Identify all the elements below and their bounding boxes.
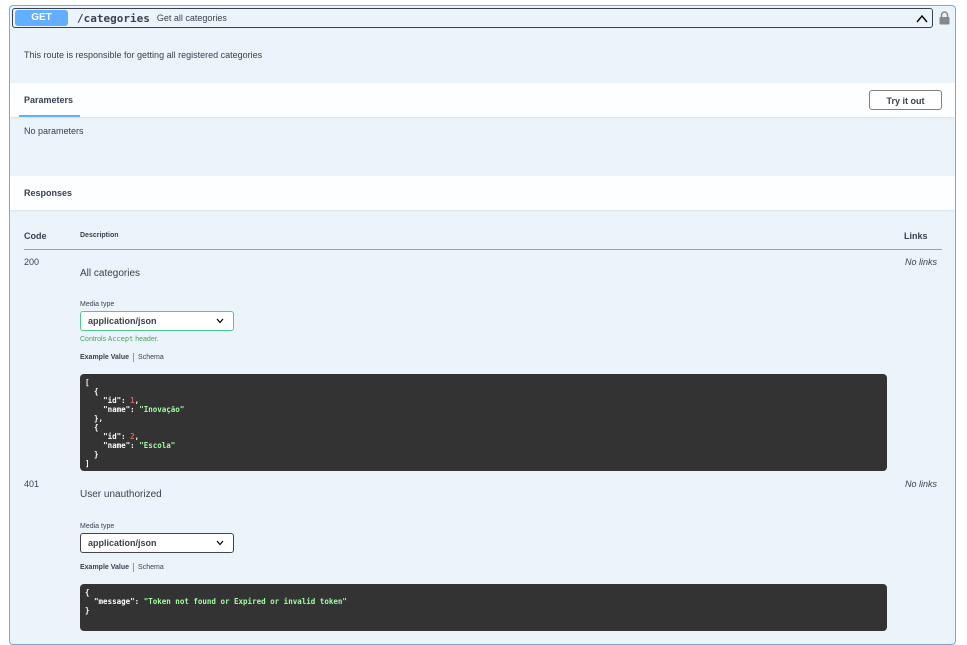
controls-accept-note: Controls Accept header. xyxy=(80,335,159,343)
example-code-401: { "message": "Token not found or Expired… xyxy=(80,584,887,631)
media-type-value: application/json xyxy=(88,538,157,548)
response-code-401: 401 xyxy=(24,479,40,489)
response-description-200: All categories xyxy=(80,268,141,279)
media-type-select[interactable]: application/json xyxy=(80,311,234,331)
method-badge: GET xyxy=(15,10,68,26)
tab-schema[interactable]: Schema xyxy=(138,354,164,361)
response-description-401: User unauthorized xyxy=(80,489,162,500)
column-code: Code xyxy=(24,231,47,241)
chevron-down-icon xyxy=(216,540,224,546)
media-type-label: Media type xyxy=(80,301,115,308)
responses-header: Responses xyxy=(10,176,955,210)
endpoint-summary: Get all categories xyxy=(156,13,227,23)
example-code-200: [ { "id": 1, "name": "Inovação" }, { "id… xyxy=(80,374,887,471)
tab-example-value[interactable]: Example Value xyxy=(80,564,129,571)
column-links: Links xyxy=(904,231,928,241)
chevron-down-icon xyxy=(216,318,224,324)
response-code-200: 200 xyxy=(24,257,40,267)
media-type-label: Media type xyxy=(80,523,115,530)
no-parameters-text: No parameters xyxy=(24,126,84,136)
example-tabs-401: Example Value Schema xyxy=(80,563,164,572)
column-description: Description xyxy=(80,232,119,239)
operation-summary[interactable]: GET /categories Get all categories xyxy=(12,8,933,28)
lock-icon[interactable] xyxy=(939,11,950,25)
tab-divider xyxy=(133,353,135,362)
route-description: This route is responsible for getting al… xyxy=(24,50,263,60)
media-type-value: application/json xyxy=(88,316,157,326)
tab-parameters[interactable]: Parameters xyxy=(24,95,73,105)
operation-block-get-categories: GET /categories Get all categories This … xyxy=(9,5,956,645)
responses-title: Responses xyxy=(24,188,73,198)
chevron-up-icon[interactable] xyxy=(916,13,928,25)
example-tabs-200: Example Value Schema xyxy=(80,353,164,362)
parameters-header: Parameters Try it out xyxy=(10,83,955,117)
endpoint-path: /categories xyxy=(77,11,150,25)
response-links-401: No links xyxy=(905,479,938,489)
tab-schema[interactable]: Schema xyxy=(138,564,164,571)
media-type-select[interactable]: application/json xyxy=(80,533,234,553)
tab-underline xyxy=(19,115,80,117)
tab-example-value[interactable]: Example Value xyxy=(80,354,129,361)
response-links-200: No links xyxy=(905,257,938,267)
responses-table-header: Code Description Links xyxy=(24,230,942,250)
tab-divider xyxy=(133,563,135,572)
try-it-out-button[interactable]: Try it out xyxy=(869,90,942,110)
